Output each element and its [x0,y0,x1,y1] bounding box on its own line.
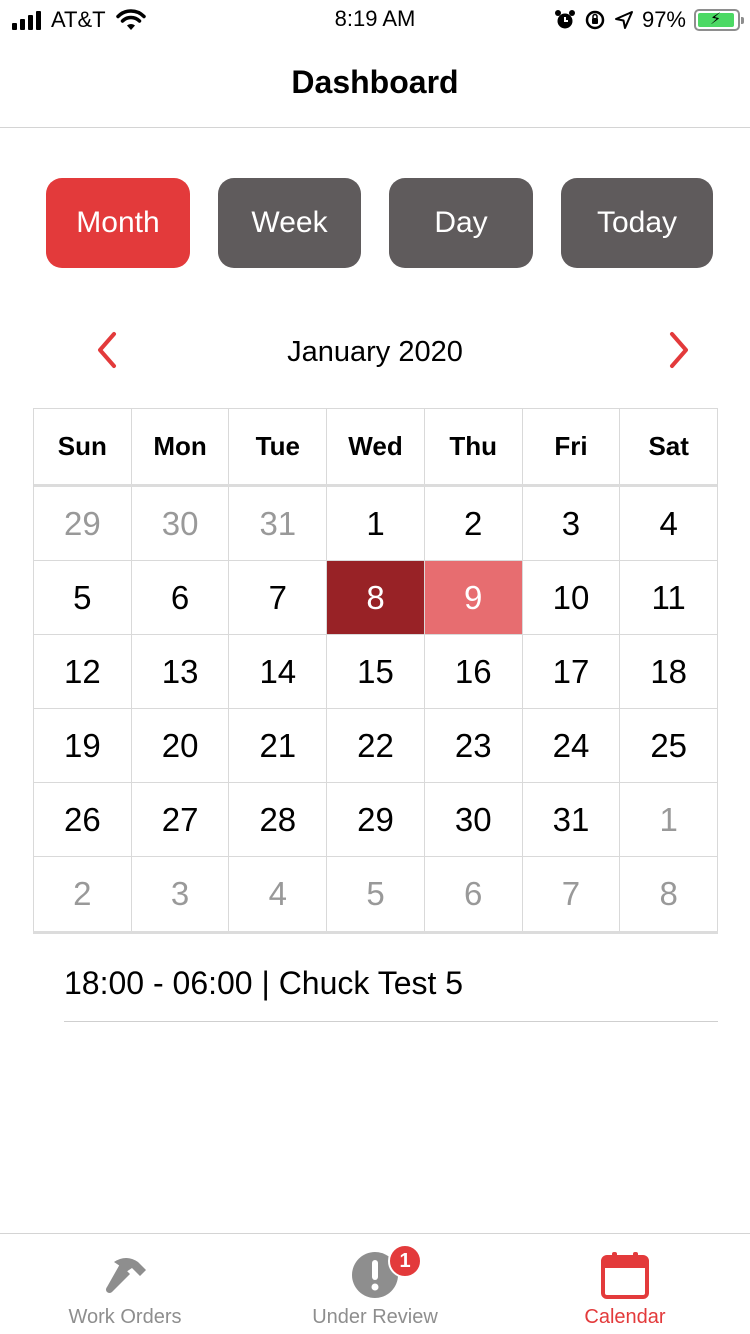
day-cell[interactable]: 12 [34,635,132,708]
day-cell[interactable]: 5 [327,857,425,931]
day-cell[interactable]: 23 [425,709,523,782]
day-cell[interactable]: 4 [229,857,328,931]
day-cell[interactable]: 14 [229,635,328,708]
today-button[interactable]: Today [561,178,713,268]
weekday-label: Fri [523,409,621,484]
tab-bar: Work Orders 1 Under Review Calendar [0,1233,750,1334]
calendar-week: 29 30 31 1 2 3 4 [34,487,717,561]
notification-badge: 1 [388,1244,422,1278]
day-cell[interactable]: 31 [523,783,621,856]
day-cell[interactable]: 28 [229,783,328,856]
day-cell-today[interactable]: 9 [424,561,523,634]
tab-label: Calendar [584,1306,666,1328]
weekday-label: Thu [425,409,523,484]
day-cell[interactable]: 20 [132,709,230,782]
day-cell[interactable]: 3 [523,487,621,560]
day-cell[interactable]: 17 [523,635,621,708]
status-bar: AT&T 8:19 AM 97% ⚡ [0,0,750,40]
day-cell[interactable]: 13 [132,635,230,708]
day-cell[interactable]: 31 [229,487,328,560]
day-cell[interactable]: 19 [34,709,132,782]
day-cell[interactable]: 27 [132,783,230,856]
calendar-week: 19 20 21 22 23 24 25 [34,709,717,783]
orientation-lock-icon [585,10,605,30]
day-cell[interactable]: 24 [523,709,621,782]
day-cell[interactable]: 30 [132,487,230,560]
day-cell[interactable]: 11 [620,561,717,634]
weekday-label: Tue [229,409,328,484]
tab-label: Under Review [312,1306,438,1328]
tab-calendar[interactable]: Calendar [500,1234,750,1334]
location-icon [614,11,633,29]
day-cell[interactable]: 25 [620,709,717,782]
alarm-icon [554,10,575,29]
month-button[interactable]: Month [46,178,190,268]
month-header: January 2020 [0,320,750,380]
calendar-week: 26 27 28 29 30 31 1 [34,783,717,857]
day-cell[interactable]: 10 [523,561,621,634]
day-cell[interactable]: 18 [620,635,717,708]
day-cell[interactable]: 1 [620,783,717,856]
weekday-label: Mon [132,409,230,484]
hammer-icon [105,1258,146,1294]
day-cell[interactable]: 21 [229,709,328,782]
day-cell[interactable]: 16 [425,635,523,708]
day-cell[interactable]: 29 [327,783,425,856]
day-cell[interactable]: 3 [132,857,230,931]
day-cell[interactable]: 15 [327,635,425,708]
day-cell-selected[interactable]: 8 [327,561,425,634]
battery-percent: 97% [641,7,686,32]
tab-under-review[interactable]: 1 Under Review [250,1234,500,1334]
weekday-label: Sun [34,409,132,484]
calendar-week: 12 13 14 15 16 17 18 [34,635,717,709]
day-cell[interactable]: 4 [620,487,717,560]
day-cell[interactable]: 6 [132,561,230,634]
battery-icon: ⚡ [694,9,744,31]
day-cell[interactable]: 2 [425,487,523,560]
day-cell[interactable]: 5 [34,561,132,634]
calendar-grid: Sun Mon Tue Wed Thu Fri Sat 29 30 31 1 2… [33,408,718,932]
day-cell[interactable]: 2 [34,857,132,931]
calendar-week: 2 3 4 5 6 7 8 [34,857,717,931]
weekday-label: Sat [648,431,689,461]
weekday-header: Sun Mon Tue Wed Thu Fri Sat [34,409,717,487]
weekday-label: Wed [327,409,425,484]
day-cell[interactable]: 29 [34,487,132,560]
day-cell[interactable]: 7 [229,561,328,634]
event-list-item[interactable]: 18:00 - 06:00 | Chuck Test 5 [64,945,718,1022]
calendar-icon [601,1252,649,1299]
day-cell[interactable]: 7 [523,857,621,931]
status-right: 97% ⚡ [554,6,744,34]
day-cell[interactable]: 6 [425,857,523,931]
week-button[interactable]: Week [218,178,361,268]
page-title: Dashboard [291,64,459,100]
nav-bar: Dashboard [0,40,750,128]
day-cell[interactable]: 26 [34,783,132,856]
month-title: January 2020 [287,336,463,368]
day-cell[interactable]: 22 [327,709,425,782]
calendar-divider [33,931,718,934]
calendar-week: 5 6 7 8 9 10 11 [34,561,717,635]
day-cell[interactable]: 8 [620,857,717,931]
day-button[interactable]: Day [389,178,533,268]
day-cell[interactable]: 30 [425,783,523,856]
tab-work-orders[interactable]: Work Orders [0,1234,250,1334]
day-cell[interactable]: 1 [327,487,425,560]
tab-label: Work Orders [68,1306,182,1328]
chevron-right-icon[interactable] [660,328,700,372]
